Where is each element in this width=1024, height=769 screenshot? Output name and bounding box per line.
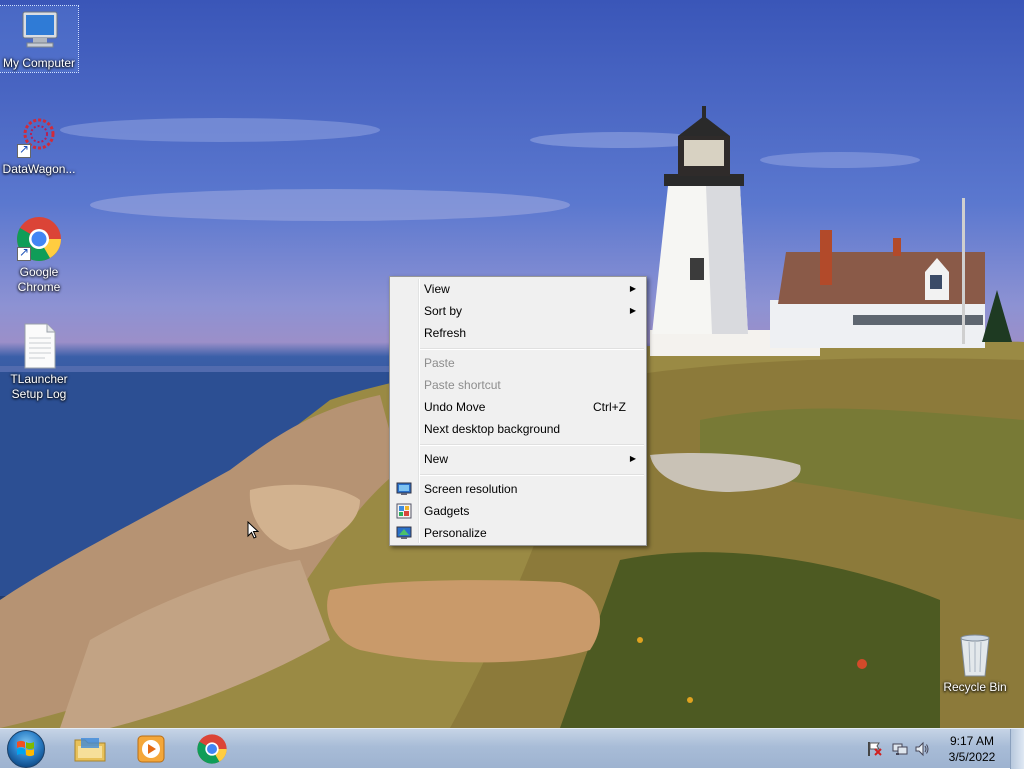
desktop-icon-my-computer[interactable]: My Computer bbox=[0, 5, 79, 73]
menu-item-undo-move[interactable]: Undo Move Ctrl+Z bbox=[392, 396, 644, 418]
desktop-icon-label: DataWagon... bbox=[2, 162, 76, 176]
taskbar-clock[interactable]: 9:17 AM 3/5/2022 bbox=[942, 733, 1002, 765]
media-player-icon bbox=[137, 735, 165, 763]
menu-item-view[interactable]: View ▶ bbox=[392, 278, 644, 300]
clock-time: 9:17 AM bbox=[949, 734, 995, 748]
desktop-icon-tlauncher-setup-log[interactable]: TLauncher Setup Log bbox=[0, 322, 78, 404]
submenu-arrow-icon: ▶ bbox=[629, 306, 636, 315]
menu-item-gadgets[interactable]: Gadgets bbox=[392, 500, 644, 522]
menu-item-new[interactable]: New ▶ bbox=[392, 448, 644, 470]
menu-item-label: Personalize bbox=[424, 526, 487, 540]
shortcut-arrow-icon bbox=[17, 245, 31, 261]
submenu-arrow-icon: ▶ bbox=[629, 454, 636, 463]
menu-item-shortcut: Ctrl+Z bbox=[593, 400, 626, 414]
desktop-icon-label: My Computer bbox=[2, 56, 76, 70]
datawagon-icon bbox=[15, 112, 63, 160]
menu-item-label: Gadgets bbox=[424, 504, 470, 518]
menu-item-label: Next desktop background bbox=[424, 422, 561, 436]
menu-separator bbox=[420, 444, 644, 446]
menu-item-label: Sort by bbox=[424, 304, 463, 318]
action-center-flag-icon[interactable] bbox=[866, 741, 882, 757]
desktop-icon-datawagon[interactable]: DataWagon... bbox=[0, 112, 78, 178]
taskbar-button-windows-media-player[interactable] bbox=[124, 731, 176, 767]
menu-item-label: Refresh bbox=[424, 326, 467, 340]
screen-resolution-icon bbox=[396, 482, 412, 495]
menu-item-paste-shortcut[interactable]: Paste shortcut bbox=[392, 374, 644, 396]
menu-item-label: Screen resolution bbox=[424, 482, 518, 496]
menu-item-next-desktop-background[interactable]: Next desktop background bbox=[392, 418, 644, 440]
menu-item-paste[interactable]: Paste bbox=[392, 352, 644, 374]
desktop-icon-label: Recycle Bin bbox=[943, 680, 1007, 694]
gadgets-icon bbox=[396, 503, 412, 519]
desktop-icon-recycle-bin[interactable]: Recycle Bin bbox=[936, 630, 1014, 696]
network-icon[interactable] bbox=[892, 741, 908, 757]
taskbar: 9:17 AM 3/5/2022 bbox=[0, 728, 1024, 769]
desktop-icon-google-chrome[interactable]: Google Chrome bbox=[0, 215, 78, 297]
taskbar-button-windows-explorer[interactable] bbox=[63, 731, 115, 767]
taskbar-button-google-chrome[interactable] bbox=[186, 731, 238, 767]
folder-icon bbox=[74, 738, 106, 762]
menu-item-refresh[interactable]: Refresh bbox=[392, 322, 644, 344]
chrome-icon bbox=[15, 215, 63, 263]
computer-icon bbox=[15, 6, 63, 54]
menu-item-label: Undo Move bbox=[424, 400, 486, 414]
show-desktop-button[interactable] bbox=[1010, 729, 1024, 769]
menu-separator bbox=[420, 474, 644, 476]
desktop-icon-label-line1: TLauncher bbox=[10, 372, 68, 386]
menu-item-label: Paste bbox=[424, 356, 455, 370]
start-button[interactable] bbox=[7, 730, 45, 768]
chrome-icon bbox=[197, 734, 227, 764]
menu-item-screen-resolution[interactable]: Screen resolution bbox=[392, 478, 644, 500]
windows-logo-icon bbox=[17, 740, 34, 757]
menu-item-label: Paste shortcut bbox=[424, 378, 501, 392]
text-file-icon bbox=[15, 322, 63, 370]
menu-item-label: New bbox=[424, 452, 449, 466]
desktop-context-menu: View ▶ Sort by ▶ Refresh Paste Paste sho… bbox=[389, 276, 647, 546]
mouse-cursor-icon bbox=[247, 521, 259, 539]
clock-date: 3/5/2022 bbox=[948, 750, 996, 764]
menu-item-label: View bbox=[424, 282, 450, 296]
desktop-icon-label-line2: Setup Log bbox=[11, 387, 67, 401]
recycle-bin-icon bbox=[951, 630, 999, 678]
menu-item-personalize[interactable]: Personalize bbox=[392, 522, 644, 544]
menu-item-sort-by[interactable]: Sort by ▶ bbox=[392, 300, 644, 322]
personalize-icon bbox=[396, 526, 412, 539]
menu-separator bbox=[420, 348, 644, 350]
desktop[interactable]: My Computer DataWagon... Google Chrome bbox=[0, 0, 1024, 728]
shortcut-arrow-icon bbox=[17, 142, 31, 158]
submenu-arrow-icon: ▶ bbox=[629, 284, 636, 293]
desktop-icon-label-line1: Google bbox=[19, 265, 59, 279]
volume-icon[interactable] bbox=[914, 741, 930, 757]
desktop-icon-label-line2: Chrome bbox=[17, 280, 61, 294]
